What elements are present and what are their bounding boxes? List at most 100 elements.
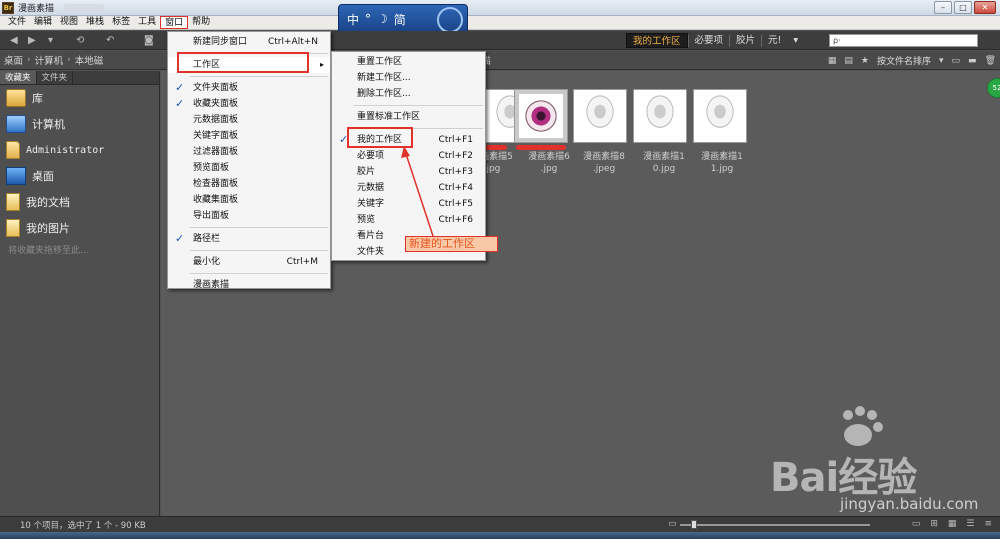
favorite-desktop[interactable]: 桌面 <box>0 163 159 189</box>
ime-simplified-label[interactable]: 简 <box>394 11 406 28</box>
ime-moon-icon[interactable]: ☽ <box>377 12 388 26</box>
ime-toolbar[interactable]: 中 ° ☽ 简 <box>338 4 468 34</box>
menu-bar: 文件 编辑 视图 堆栈 标签 工具 窗口 帮助 <box>0 16 1000 30</box>
watermark-url: jingyan.baidu.com <box>840 495 979 513</box>
parent-folder-icon[interactable]: ⟲ <box>76 35 84 46</box>
submenu-arrow-icon: ▸ <box>319 60 324 69</box>
panel-tabs: 收藏夹 文件夹 <box>0 71 159 85</box>
menu-preview-panel[interactable]: 预览面板 <box>168 160 330 176</box>
breadcrumb-desktop[interactable]: 桌面 <box>0 53 27 67</box>
close-button[interactable]: ✕ <box>974 1 996 14</box>
menu-window-manga[interactable]: 漫画素描 <box>168 277 330 293</box>
breadcrumb-local-disk[interactable]: 本地磁 <box>71 53 108 67</box>
menu-reset-standard-workspaces[interactable]: 重置标准工作区 <box>332 109 485 125</box>
menu-filter-panel[interactable]: 过滤器面板 <box>168 144 330 160</box>
workspace-tab-essentials[interactable]: 必要项 <box>689 33 730 48</box>
zoom-in-icon[interactable]: ▭ <box>912 519 921 529</box>
grid-view-icon[interactable]: ▦ <box>828 56 837 66</box>
forward-icon[interactable]: ▶ <box>28 35 36 46</box>
menu-label[interactable]: 标签 <box>108 16 134 29</box>
sort-arrow-icon[interactable]: ▾ <box>939 56 944 66</box>
thumbnail-label: 漫画素描1 0.jpg <box>643 152 685 174</box>
search-input[interactable]: ρ· <box>829 34 978 47</box>
thumbnail-8[interactable] <box>573 89 627 143</box>
menu-edit[interactable]: 编辑 <box>30 16 56 29</box>
tab-favorites[interactable]: 收藏夹 <box>0 71 37 84</box>
thumbnail-6[interactable] <box>514 89 568 143</box>
menu-folders-panel[interactable]: ✓ 文件夹面板 <box>168 80 330 96</box>
new-folder-icon[interactable]: ▬ <box>968 56 977 66</box>
menu-view[interactable]: 视图 <box>56 16 82 29</box>
status-bar: 10 个项目，选中了 1 个 - 90 KB ▭ ▭ ⊞ ▦ ☰ ≡ <box>0 516 1000 532</box>
menu-new-workspace[interactable]: 新建工作区... <box>332 70 485 86</box>
toolbar: ◀ ▶ ▾ ⟲ ↶ ◙ 我的工作区 必要项 胶片 元! ▾ ρ· <box>0 31 1000 50</box>
maximize-button[interactable]: □ <box>954 1 972 14</box>
menu-new-sync-window[interactable]: 新建同步窗口 Ctrl+Alt+N <box>168 34 330 50</box>
menu-keywords-panel[interactable]: 关键字面板 <box>168 128 330 144</box>
menu-minimize[interactable]: 最小化 Ctrl+M <box>168 254 330 270</box>
favorite-label: 计算机 <box>32 118 65 131</box>
window-title: 漫画素描 <box>18 4 55 14</box>
menu-tools[interactable]: 工具 <box>134 16 160 29</box>
breadcrumb-computer[interactable]: 计算机 <box>31 53 68 67</box>
thumbnail-view-icon[interactable]: ▦ <box>948 519 957 529</box>
recent-dropdown-icon[interactable]: ▾ <box>48 35 53 46</box>
menu-export-panel[interactable]: 导出面板 <box>168 208 330 224</box>
list-mode-icon[interactable]: ≡ <box>984 519 992 529</box>
thumbnail-size-slider[interactable] <box>680 524 870 526</box>
thumbnail-10[interactable] <box>633 89 687 143</box>
trash-icon[interactable]: 🗑 <box>985 56 996 66</box>
menu-file[interactable]: 文件 <box>4 16 30 29</box>
details-view-icon[interactable]: ☰ <box>966 519 974 529</box>
status-text: 10 个项目，选中了 1 个 - 90 KB <box>20 521 146 531</box>
slider-handle[interactable] <box>691 520 697 529</box>
favorite-label: Administrator <box>26 144 105 156</box>
annotation-label: 新建的工作区 <box>405 236 498 252</box>
menu-favorites-panel[interactable]: ✓ 收藏夹面板 <box>168 96 330 112</box>
lock-grid-icon[interactable]: ⊞ <box>930 519 938 529</box>
thumbnail-11[interactable] <box>693 89 747 143</box>
workspace-tab-filmstrip[interactable]: 胶片 <box>730 33 761 48</box>
menu-delete-workspace[interactable]: 删除工作区... <box>332 86 485 102</box>
workspace-tab-metadata[interactable]: 元! <box>762 33 787 48</box>
workspace-tab-my[interactable]: 我的工作区 <box>626 33 688 48</box>
title-bar: Br 漫画素描 – □ ✕ <box>0 0 1000 16</box>
workspace-highlight-box <box>177 52 309 73</box>
camera-icon[interactable]: ◙ <box>144 35 154 46</box>
menu-stack[interactable]: 堆栈 <box>82 16 108 29</box>
redaction-mark <box>483 145 507 150</box>
favorites-panel: 收藏夹 文件夹 库 计算机 Administrator 桌面 我的文档 我的图片… <box>0 71 160 516</box>
back-icon[interactable]: ◀ <box>10 35 18 46</box>
menu-metadata-panel[interactable]: 元数据面板 <box>168 112 330 128</box>
minimize-button[interactable]: – <box>934 1 952 14</box>
ime-language-label[interactable]: 中 <box>347 11 359 28</box>
computer-icon <box>6 115 26 133</box>
return-icon[interactable]: ↶ <box>106 35 114 46</box>
check-icon: ✓ <box>175 97 185 110</box>
tab-folders[interactable]: 文件夹 <box>37 71 74 84</box>
menu-reset-workspace[interactable]: 重置工作区 <box>332 54 485 70</box>
sort-dropdown[interactable]: 按文件名排序 <box>877 54 931 67</box>
menu-help[interactable]: 帮助 <box>188 16 214 29</box>
workspace-more-icon[interactable]: ▾ <box>787 33 804 48</box>
user-avatar[interactable]: 52 <box>987 78 1000 98</box>
thumbnail-label: 漫画素描8 .jpeg <box>583 152 625 174</box>
redaction-mark <box>516 145 566 150</box>
favorite-computer[interactable]: 计算机 <box>0 111 159 137</box>
star-filter-icon[interactable]: ★ <box>861 56 869 66</box>
open-folder-icon[interactable]: ▭ <box>952 56 961 66</box>
favorite-pictures[interactable]: 我的图片 <box>0 215 159 241</box>
menu-window[interactable]: 窗口 <box>160 16 189 29</box>
view-tools: ▦ ▤ ★ 按文件名排序 ▾ ▭ ▬ 🗑 <box>828 54 996 68</box>
baidu-watermark: Bai经验 jingyan.baidu.com <box>740 406 978 520</box>
menu-path-bar[interactable]: ✓ 路径栏 <box>168 231 330 247</box>
ime-punctuation-icon[interactable]: ° <box>365 12 371 26</box>
favorite-administrator[interactable]: Administrator <box>0 137 159 163</box>
zoom-out-icon[interactable]: ▭ <box>668 519 677 529</box>
list-view-icon[interactable]: ▤ <box>844 56 853 66</box>
path-bar: 桌面 › 计算机 › 本地磁 › 漫画素描 ▦ ▤ ★ 按文件名排序 ▾ ▭ ▬… <box>0 51 1000 70</box>
favorite-library[interactable]: 库 <box>0 85 159 111</box>
menu-collections-panel[interactable]: 收藏集面板 <box>168 192 330 208</box>
menu-inspector-panel[interactable]: 检查器面板 <box>168 176 330 192</box>
favorite-documents[interactable]: 我的文档 <box>0 189 159 215</box>
